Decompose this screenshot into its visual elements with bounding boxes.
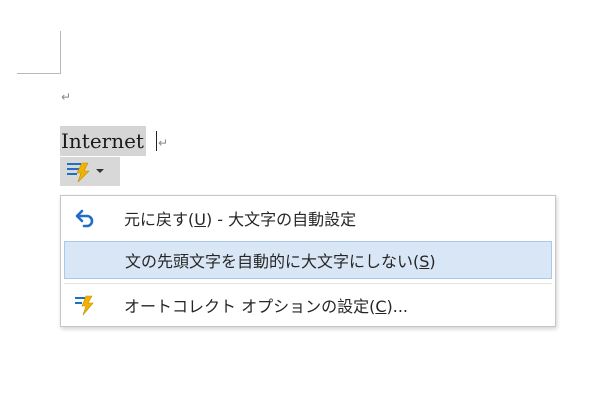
paragraph-mark: ↵	[61, 90, 72, 104]
menu-item-label: 元に戻す(U) - 大文字の自動設定	[124, 209, 357, 229]
page-corner-horizontal-mark	[17, 73, 61, 74]
lightning-bolt-autocorrect-icon	[67, 162, 90, 183]
text-cursor	[155, 131, 157, 151]
menu-item-label: 文の先頭文字を自動的に大文字にしない(S)	[125, 252, 436, 271]
menu-separator	[64, 283, 552, 284]
menu-item-stop-auto-capitalizing[interactable]: 文の先頭文字を自動的に大文字にしない(S)	[64, 241, 552, 279]
dropdown-arrow-icon	[96, 169, 104, 173]
autocorrect-options-menu: 元に戻す(U) - 大文字の自動設定 文の先頭文字を自動的に大文字にしない(S)…	[60, 195, 556, 327]
menu-item-autocorrect-settings[interactable]: オートコレクト オプションの設定(C)...	[64, 286, 552, 323]
document-text-line[interactable]: Internet ↵	[60, 126, 169, 156]
autocorrect-options-button[interactable]	[60, 157, 120, 186]
paragraph-mark: ↵	[157, 136, 169, 150]
page-corner-vertical-mark	[60, 31, 61, 74]
menu-item-undo-auto-capitalization[interactable]: 元に戻す(U) - 大文字の自動設定	[64, 199, 552, 236]
undo-arrow-icon	[75, 209, 94, 228]
lightning-bolt-autocorrect-icon	[75, 295, 94, 316]
menu-item-label: オートコレクト オプションの設定(C)...	[124, 296, 409, 316]
selected-word[interactable]: Internet	[60, 126, 146, 156]
